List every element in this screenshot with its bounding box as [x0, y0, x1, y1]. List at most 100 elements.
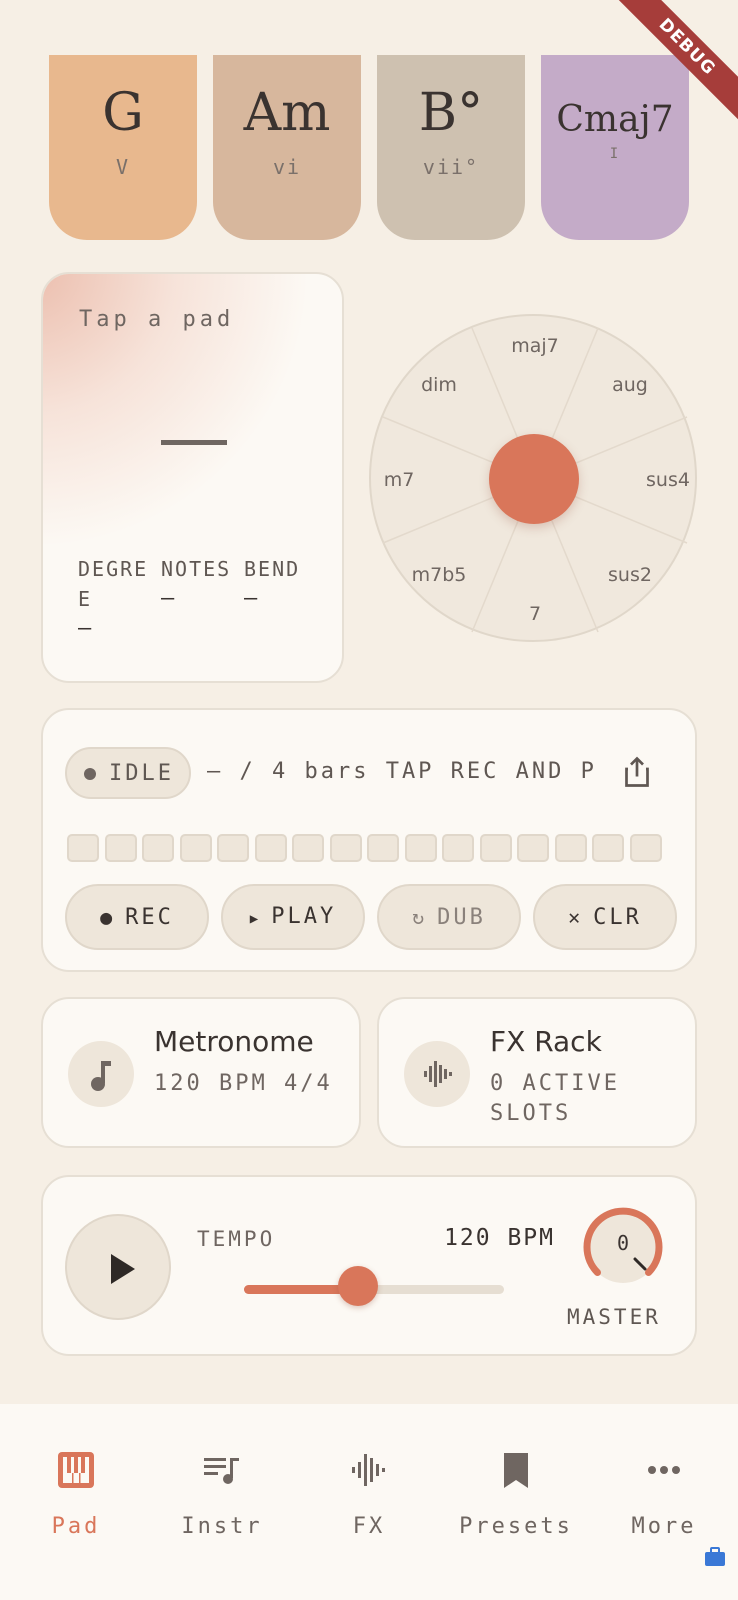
- step-cell[interactable]: [292, 834, 324, 862]
- step-cell[interactable]: [142, 834, 174, 862]
- step-cell[interactable]: [179, 834, 212, 862]
- step-cell[interactable]: [329, 834, 362, 862]
- notes-value: —: [161, 586, 175, 611]
- chord-quality-wheel[interactable]: maj7 aug sus4 sus2 7 m7b5 m7 dim: [369, 314, 697, 642]
- bookmark-icon: [494, 1448, 538, 1492]
- play-button[interactable]: ▶ PLAY: [221, 884, 365, 950]
- step-cell[interactable]: [67, 834, 99, 862]
- transport-card: TEMPO 120 BPM 0 MASTER: [41, 1175, 697, 1356]
- chord-degree: vii°: [422, 155, 480, 179]
- step-cell[interactable]: [367, 834, 399, 862]
- rec-button[interactable]: ● REC: [65, 884, 209, 950]
- chord-name: G: [102, 83, 144, 143]
- chord-name: Am: [243, 83, 331, 143]
- master-knob[interactable]: 0: [577, 1201, 669, 1293]
- waveform-icon: [404, 1041, 470, 1107]
- nav-label-more: More: [631, 1514, 697, 1539]
- metronome-subtitle: 120 BPM 4/4: [154, 1071, 333, 1096]
- wheel-option-sus4[interactable]: sus4: [646, 469, 690, 491]
- bend-value: —: [244, 586, 258, 611]
- notes-stat: NOTES —: [161, 554, 233, 611]
- looper-state-badge: IDLE: [65, 747, 191, 799]
- chord-degree: vi: [272, 155, 302, 179]
- step-cell[interactable]: [479, 834, 512, 862]
- metronome-card[interactable]: Metronome 120 BPM 4/4: [41, 997, 361, 1148]
- fx-rack-card[interactable]: FX Rack 0 ACTIVE SLOTS: [377, 997, 697, 1148]
- overdub-icon: ↻: [412, 905, 428, 929]
- wheel-option-7[interactable]: 7: [529, 603, 541, 625]
- chord-pad-am[interactable]: Am vi: [213, 55, 361, 240]
- step-cell[interactable]: [517, 834, 549, 862]
- nav-item-instr[interactable]: Instr: [152, 1448, 292, 1539]
- bend-label: BEND: [244, 557, 301, 581]
- step-cell[interactable]: [254, 834, 287, 862]
- fx-rack-title: FX Rack: [490, 1025, 602, 1058]
- wheel-option-m7b5[interactable]: m7b5: [412, 564, 467, 586]
- step-cell[interactable]: [404, 834, 437, 862]
- step-cell[interactable]: [217, 834, 249, 862]
- record-dot-icon: ●: [100, 905, 116, 929]
- fx-rack-subtitle: 0 ACTIVE SLOTS: [490, 1071, 620, 1126]
- debug-banner-text: DEBUG: [609, 0, 738, 125]
- tempo-slider-thumb[interactable]: [338, 1266, 379, 1306]
- looper-card: IDLE — / 4 bars TAP REC AND PLAY ● REC ▶ P…: [41, 708, 697, 972]
- step-cell[interactable]: [554, 834, 587, 862]
- wheel-option-sus2[interactable]: sus2: [608, 564, 652, 586]
- wheel-option-m7[interactable]: m7: [384, 469, 415, 491]
- chord-degree: I: [609, 146, 621, 162]
- tempo-label: TEMPO: [197, 1227, 276, 1251]
- piano-icon: [54, 1448, 98, 1492]
- wheel-option-aug[interactable]: aug: [612, 374, 648, 396]
- step-sequencer: [67, 834, 667, 864]
- looper-state-text: IDLE: [109, 761, 174, 786]
- nav-item-presets[interactable]: Presets: [446, 1448, 586, 1539]
- bottom-navigation: Pad Instr FX Presets More: [0, 1404, 738, 1600]
- chord-placeholder-dash: [161, 440, 227, 445]
- rec-label: REC: [125, 905, 174, 930]
- degree-label: DEGREE: [78, 557, 149, 611]
- nav-item-pad[interactable]: Pad: [6, 1448, 146, 1539]
- degree-stat: DEGREE —: [78, 554, 150, 641]
- play-icon: [111, 1254, 135, 1284]
- step-cell[interactable]: [592, 834, 624, 862]
- step-cell[interactable]: [629, 834, 662, 862]
- chord-pad-g[interactable]: G V: [49, 55, 197, 240]
- chord-degree: V: [115, 155, 131, 179]
- clr-label: CLR: [593, 905, 642, 930]
- debug-banner: DEBUG: [608, 0, 738, 130]
- chord-pad-bdim[interactable]: B° vii°: [377, 55, 525, 240]
- nav-label-instr: Instr: [181, 1514, 263, 1539]
- nav-label-presets: Presets: [459, 1514, 573, 1539]
- clear-button[interactable]: ✕ CLR: [533, 884, 677, 950]
- waveform-icon: [347, 1448, 391, 1492]
- wheel-option-maj7[interactable]: maj7: [511, 335, 559, 357]
- nav-label-pad: Pad: [51, 1514, 101, 1539]
- dub-label: DUB: [437, 905, 486, 930]
- chord-display-card: Tap a pad DEGREE — NOTES — BEND —: [41, 272, 344, 683]
- wheel-option-dim[interactable]: dim: [421, 374, 457, 396]
- master-label: MASTER: [567, 1305, 661, 1329]
- dub-button[interactable]: ↻ DUB: [377, 884, 521, 950]
- nav-item-fx[interactable]: FX: [299, 1448, 439, 1539]
- share-icon[interactable]: [619, 754, 655, 790]
- bend-stat: BEND —: [244, 554, 316, 611]
- chord-pad-row: G V Am vi B° vii° Cmaj7 I: [49, 55, 689, 240]
- master-value: 0: [616, 1231, 630, 1255]
- nav-label-fx: FX: [352, 1514, 386, 1539]
- nav-item-more[interactable]: More: [594, 1448, 734, 1539]
- looper-status-text: — / 4 bars TAP REC AND PLAY: [207, 759, 595, 784]
- chord-name: B°: [418, 83, 484, 143]
- queue-music-icon: [200, 1448, 244, 1492]
- tempo-value: 120 BPM: [444, 1225, 555, 1251]
- music-note-icon: [68, 1041, 134, 1107]
- tap-prompt: Tap a pad: [79, 307, 235, 332]
- more-dots-icon: [642, 1448, 686, 1492]
- state-dot: [84, 768, 96, 780]
- step-cell[interactable]: [442, 834, 474, 862]
- step-cell[interactable]: [104, 834, 137, 862]
- close-icon: ✕: [568, 905, 584, 929]
- play-small-icon: ▶: [249, 911, 262, 927]
- transport-play-button[interactable]: [65, 1214, 171, 1320]
- wheel-center-handle[interactable]: [489, 434, 579, 524]
- play-label: PLAY: [271, 904, 337, 929]
